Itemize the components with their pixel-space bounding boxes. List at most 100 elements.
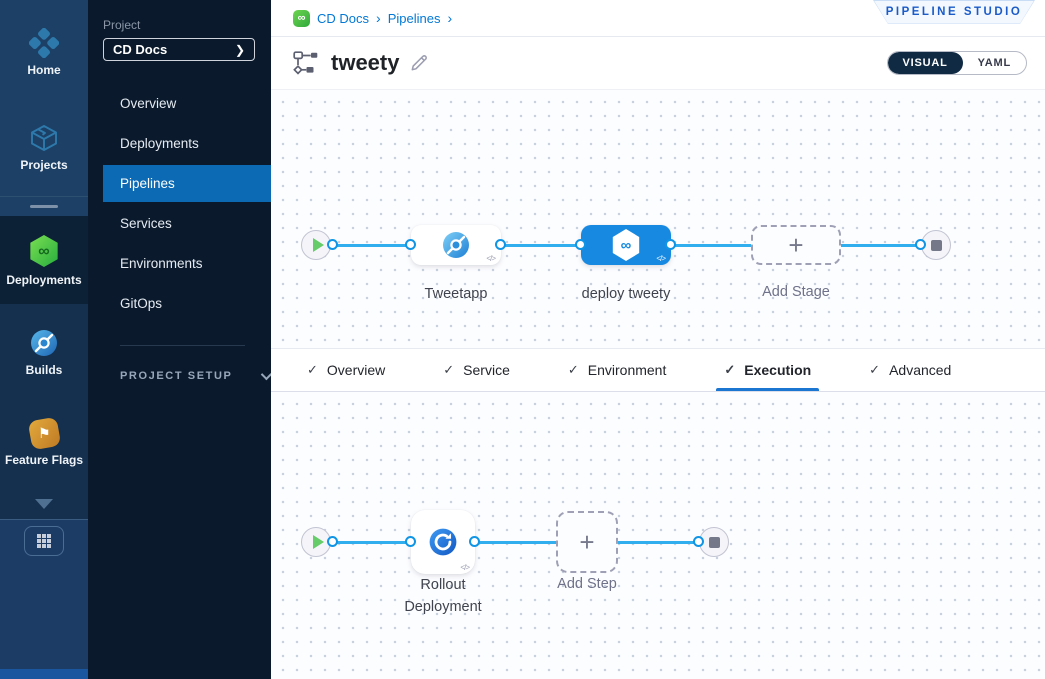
module-rail: Home Projects ∞ Deployments Builds ⚑ Fea… bbox=[0, 0, 88, 679]
stage-label-deploy-tweety: deploy tweety bbox=[582, 286, 671, 302]
breadcrumb-link-pipelines[interactable]: Pipelines bbox=[388, 11, 441, 26]
project-name: CD Docs bbox=[113, 42, 167, 57]
stage-node-deploy-tweety[interactable]: ∞ </> bbox=[581, 225, 671, 265]
execution-canvas[interactable]: </> + Rollout Deployment Add Step bbox=[271, 392, 1045, 679]
module-grid-button[interactable] bbox=[24, 526, 64, 556]
connector-port[interactable] bbox=[665, 239, 676, 250]
tab-label: Advanced bbox=[889, 362, 951, 378]
tab-label: Environment bbox=[588, 362, 667, 378]
project-label: Project bbox=[103, 18, 271, 32]
stop-icon bbox=[931, 240, 942, 251]
project-selector[interactable]: CD Docs ❯ bbox=[103, 38, 255, 61]
rail-modules-section: ∞ Deployments Builds ⚑ Feature Flags bbox=[0, 216, 88, 519]
rail-item-home[interactable]: Home bbox=[0, 14, 88, 91]
step-label-add-step: Add Step bbox=[557, 576, 617, 592]
build-stage-icon bbox=[441, 230, 471, 260]
check-icon: ✓ bbox=[869, 362, 880, 378]
rail-item-label: Projects bbox=[20, 159, 67, 172]
check-icon: ✓ bbox=[568, 362, 579, 378]
app-window: Home Projects ∞ Deployments Builds ⚑ Fea… bbox=[0, 0, 1045, 679]
rail-item-label: Home bbox=[27, 64, 60, 77]
sidebar-item-deployments[interactable]: Deployments bbox=[88, 123, 271, 163]
rail-top-section: Home Projects bbox=[0, 0, 88, 216]
stage-config-tabs: ✓Overview ✓Service ✓Environment ✓Executi… bbox=[271, 348, 1045, 392]
toggle-yaml-button[interactable]: YAML bbox=[963, 52, 1026, 74]
plus-icon: + bbox=[788, 232, 803, 258]
connector-port[interactable] bbox=[575, 239, 586, 250]
project-setup-label: PROJECT SETUP bbox=[120, 370, 233, 382]
project-setup-toggle[interactable]: PROJECT SETUP bbox=[120, 370, 271, 382]
sidebar-item-environments[interactable]: Environments bbox=[88, 243, 271, 283]
pipeline-title-bar: tweety VISUAL YAML bbox=[271, 37, 1045, 90]
cd-module-icon: ∞ bbox=[293, 10, 310, 27]
connector-port[interactable] bbox=[495, 239, 506, 250]
stage-canvas[interactable]: </> ∞ </> + Tweetapp deploy tweety Add S… bbox=[271, 90, 1045, 348]
breadcrumb-link-project[interactable]: CD Docs bbox=[317, 11, 369, 26]
connector-port[interactable] bbox=[693, 536, 704, 547]
tab-label: Service bbox=[463, 362, 510, 378]
tab-overview[interactable]: ✓ Overview bbox=[307, 349, 385, 391]
project-nav-list: Overview Deployments Pipelines Services … bbox=[88, 83, 271, 323]
connector-port[interactable] bbox=[405, 536, 416, 547]
deploy-stage-icon: ∞ bbox=[611, 229, 641, 261]
stage-node-tweetapp[interactable]: </> bbox=[411, 225, 501, 265]
step-label-rollout-deployment: Rollout Deployment bbox=[388, 575, 498, 619]
rail-item-feature-flags[interactable]: ⚑ Feature Flags bbox=[0, 405, 88, 481]
grid-icon bbox=[36, 533, 52, 549]
code-glyph: </> bbox=[460, 563, 469, 572]
project-sidebar: Project CD Docs ❯ Overview Deployments P… bbox=[88, 0, 271, 679]
main-content: PIPELINE STUDIO ∞ CD Docs › Pipelines › … bbox=[271, 0, 1045, 679]
page-title: tweety bbox=[331, 50, 399, 76]
connector-port[interactable] bbox=[469, 536, 480, 547]
rail-item-label: Builds bbox=[26, 364, 63, 377]
connector-port[interactable] bbox=[915, 239, 926, 250]
rail-more-modules-chevron-icon[interactable] bbox=[35, 499, 53, 509]
code-glyph: </> bbox=[486, 254, 495, 263]
tab-advanced[interactable]: ✓ Advanced bbox=[869, 349, 951, 391]
sidebar-item-pipelines[interactable]: Pipelines bbox=[103, 165, 271, 202]
sidebar-item-overview[interactable]: Overview bbox=[88, 83, 271, 123]
chevron-right-icon: ❯ bbox=[235, 43, 245, 57]
tab-service[interactable]: ✓Service bbox=[443, 349, 510, 391]
pipeline-studio-badge-label: PIPELINE STUDIO bbox=[874, 1, 1034, 24]
builds-icon bbox=[29, 328, 59, 358]
check-icon: ✓ bbox=[307, 362, 318, 378]
rail-footer-strip bbox=[0, 669, 88, 679]
pipeline-studio-badge: PIPELINE STUDIO bbox=[873, 0, 1035, 24]
connector-port[interactable] bbox=[405, 239, 416, 250]
code-glyph: </> bbox=[656, 254, 665, 263]
home-icon bbox=[29, 28, 59, 58]
svg-text:∞: ∞ bbox=[38, 244, 49, 261]
rail-item-deployments[interactable]: ∞ Deployments bbox=[0, 216, 88, 303]
rail-divider bbox=[0, 196, 88, 197]
tab-label: Execution bbox=[744, 362, 811, 378]
add-step-button[interactable]: + bbox=[556, 511, 618, 573]
play-icon bbox=[313, 535, 324, 549]
step-node-rollout-deployment[interactable]: </> bbox=[411, 510, 475, 574]
stop-icon bbox=[709, 537, 720, 548]
rail-item-label: Deployments bbox=[6, 274, 81, 287]
rail-bottom-section bbox=[0, 519, 88, 679]
chevron-right-icon: › bbox=[376, 10, 381, 26]
sidebar-item-gitops[interactable]: GitOps bbox=[88, 283, 271, 323]
edit-pencil-icon[interactable] bbox=[409, 54, 428, 73]
chevron-down-icon bbox=[260, 369, 271, 380]
infinity-glyph: ∞ bbox=[298, 13, 306, 24]
visual-yaml-toggle: VISUAL YAML bbox=[887, 51, 1028, 75]
connector-port[interactable] bbox=[327, 239, 338, 250]
tab-execution[interactable]: ✓ Execution bbox=[724, 349, 811, 391]
tab-label: Overview bbox=[327, 362, 385, 378]
rail-item-builds[interactable]: Builds bbox=[0, 314, 88, 391]
toggle-visual-button[interactable]: VISUAL bbox=[888, 52, 963, 74]
projects-icon bbox=[29, 123, 59, 153]
check-icon: ✓ bbox=[724, 362, 735, 378]
sidebar-divider bbox=[120, 345, 245, 346]
stage-label-tweetapp: Tweetapp bbox=[425, 286, 488, 302]
sidebar-item-services[interactable]: Services bbox=[88, 203, 271, 243]
rollout-step-icon bbox=[428, 527, 458, 557]
tab-environment[interactable]: ✓ Environment bbox=[568, 349, 667, 391]
rail-item-projects[interactable]: Projects bbox=[0, 109, 88, 186]
play-icon bbox=[313, 238, 324, 252]
add-stage-button[interactable]: + bbox=[751, 225, 841, 265]
connector-port[interactable] bbox=[327, 536, 338, 547]
